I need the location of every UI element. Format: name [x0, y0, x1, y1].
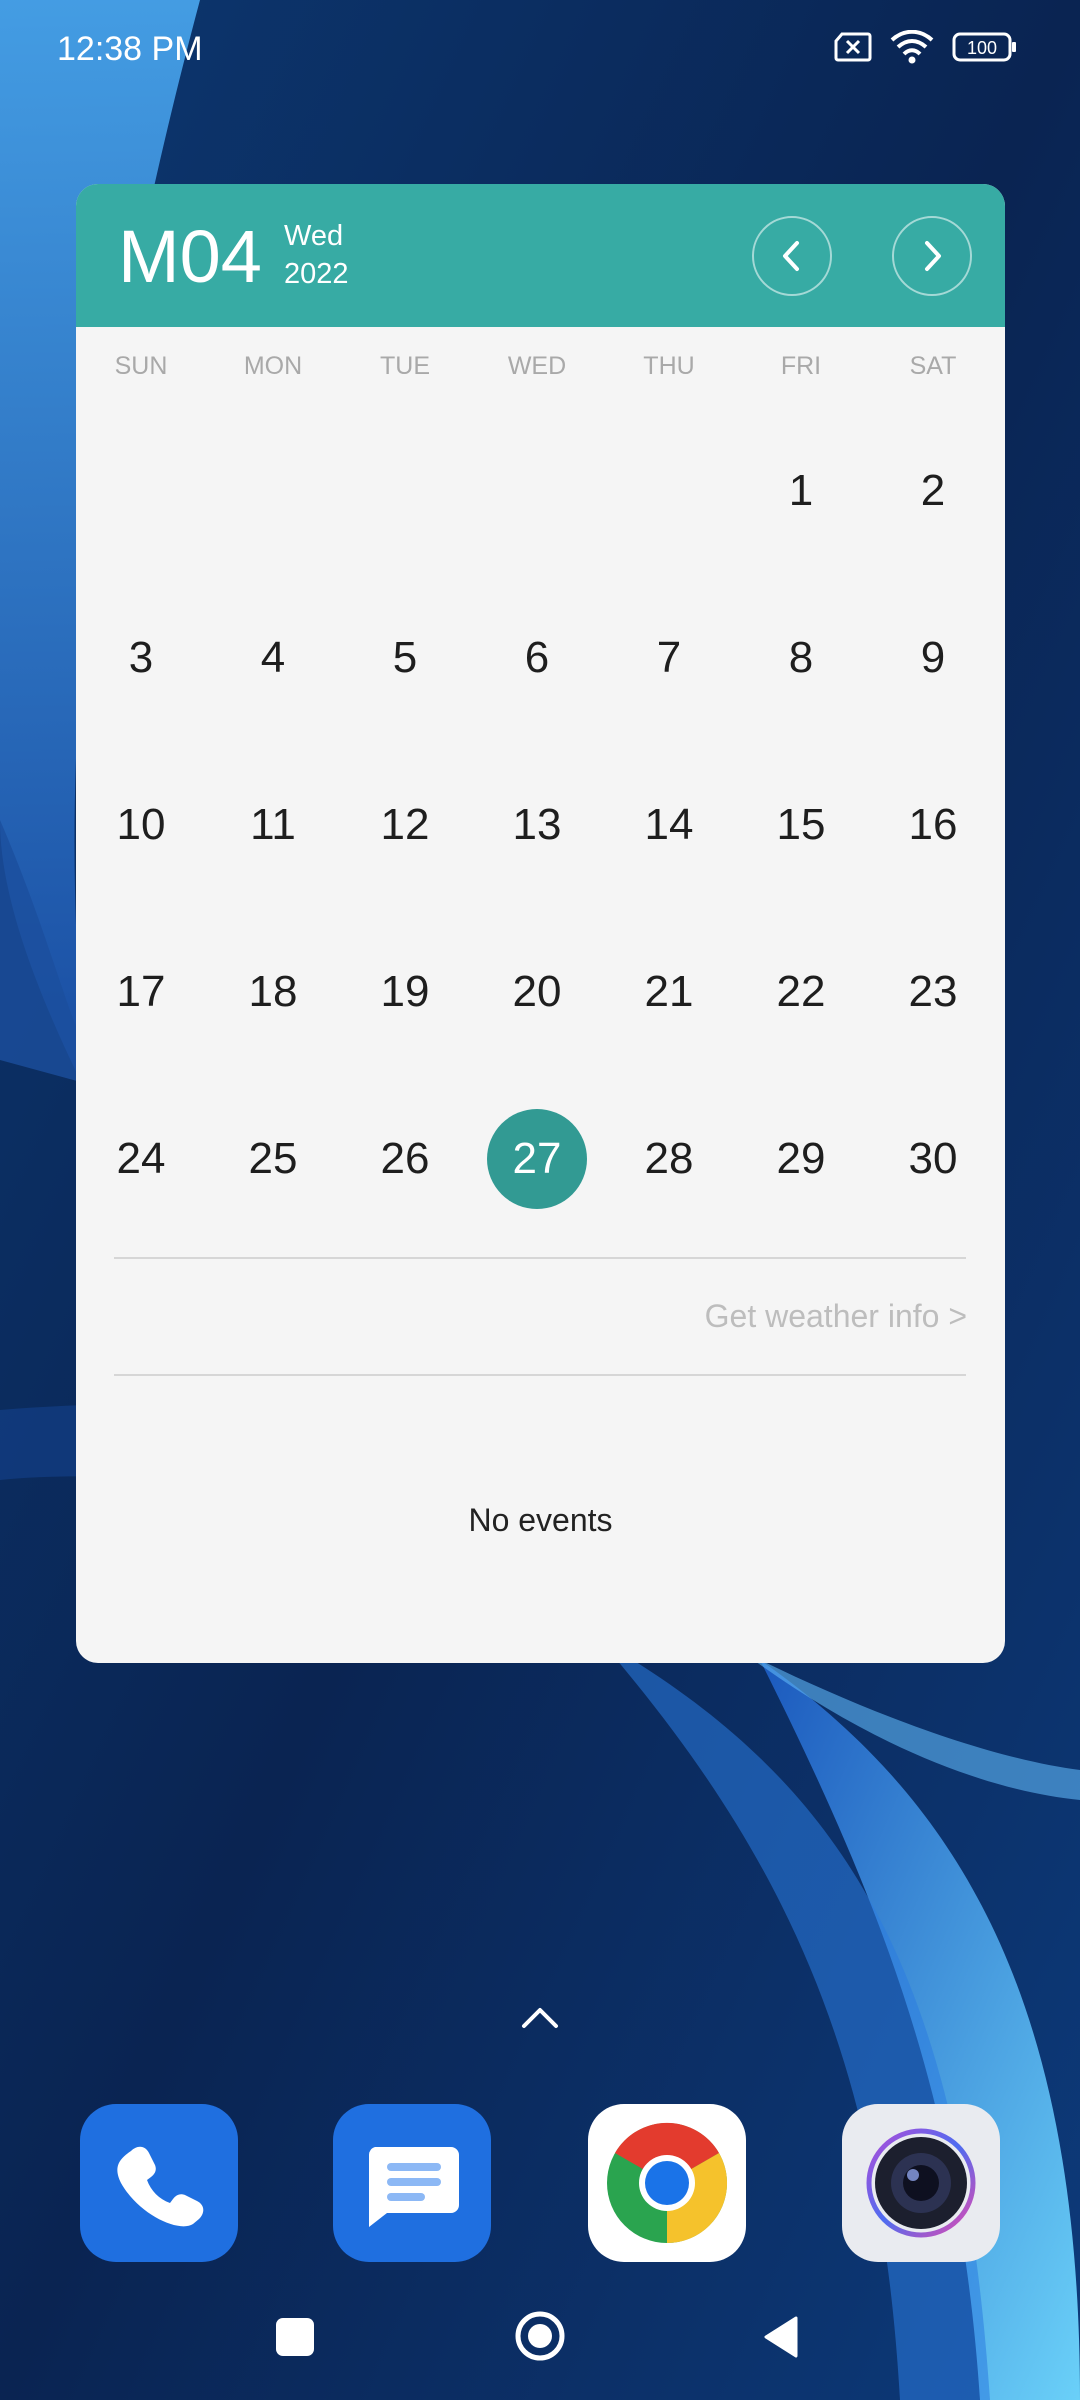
calendar-day[interactable]: 25	[223, 1109, 323, 1209]
weekday-header: THU	[643, 352, 695, 380]
divider	[114, 1374, 966, 1376]
calendar-day[interactable]: 19	[355, 942, 455, 1042]
weekday-header-row: SUN MON TUE WED THU FRI SAT	[76, 352, 1005, 392]
chevron-left-icon	[783, 241, 799, 271]
calendar-day[interactable]: 6	[487, 608, 587, 708]
calendar-day[interactable]: 7	[619, 608, 719, 708]
chevron-right-icon	[925, 241, 941, 271]
camera-app[interactable]	[842, 2104, 1000, 2262]
calendar-day[interactable]: 17	[91, 942, 191, 1042]
navigation-bar	[0, 2290, 1080, 2400]
month-label: M04	[118, 215, 262, 298]
back-icon[interactable]	[760, 2314, 800, 2360]
calendar-day[interactable]: 22	[751, 942, 851, 1042]
calendar-day[interactable]: 15	[751, 775, 851, 875]
chrome-app[interactable]	[588, 2104, 746, 2262]
previous-month-button[interactable]	[752, 216, 832, 296]
battery-level: 100	[967, 38, 997, 58]
messages-icon	[368, 2147, 459, 2227]
messages-app[interactable]	[333, 2104, 491, 2262]
weekday-label: Wed	[284, 220, 344, 252]
weekday-header: WED	[507, 352, 567, 380]
calendar-day[interactable]: 12	[355, 775, 455, 875]
calendar-day[interactable]: 26	[355, 1109, 455, 1209]
calendar-day[interactable]: 5	[355, 608, 455, 708]
calendar-day[interactable]: 10	[91, 775, 191, 875]
calendar-widget[interactable]: M04 Wed 2022 SUN MON TUE WED THU FRI SAT 12345…	[76, 184, 1005, 1663]
home-icon[interactable]	[514, 2310, 566, 2362]
weather-info-link[interactable]: Get weather info >	[705, 1298, 967, 1335]
calendar-day[interactable]: 11	[223, 775, 323, 875]
camera-icon	[866, 2128, 976, 2238]
weekday-header: TUE	[380, 352, 430, 380]
calendar-day[interactable]: 21	[619, 942, 719, 1042]
app-drawer-arrow-icon[interactable]	[520, 2004, 560, 2030]
calendar-day[interactable]: 9	[883, 608, 983, 708]
divider	[114, 1257, 966, 1259]
calendar-day[interactable]: 23	[883, 942, 983, 1042]
calendar-day[interactable]: 20	[487, 942, 587, 1042]
calendar-day[interactable]: 2	[883, 441, 983, 541]
calendar-day[interactable]: 18	[223, 942, 323, 1042]
status-time: 12:38 PM	[57, 30, 203, 68]
year-label: 2022	[284, 258, 349, 290]
calendar-day[interactable]: 28	[619, 1109, 719, 1209]
weekday-header: FRI	[780, 352, 822, 380]
calendar-day[interactable]: 4	[223, 608, 323, 708]
calendar-day[interactable]: 14	[619, 775, 719, 875]
status-bar: 12:38 PM 100	[0, 0, 1080, 100]
calendar-header: M04 Wed 2022	[76, 184, 1005, 327]
calendar-day[interactable]: 16	[883, 775, 983, 875]
weekday-header: SAT	[909, 352, 957, 380]
calendar-day[interactable]: 1	[751, 441, 851, 541]
status-icons: 100	[832, 30, 1018, 64]
calendar-day[interactable]: 8	[751, 608, 851, 708]
chrome-icon	[607, 2122, 728, 2243]
wifi-icon	[890, 30, 934, 64]
battery-icon: 100	[952, 32, 1016, 62]
calendar-day[interactable]: 3	[91, 608, 191, 708]
calendar-day-selected[interactable]: 27	[487, 1109, 587, 1209]
calendar-day[interactable]: 24	[91, 1109, 191, 1209]
calendar-day[interactable]: 30	[883, 1109, 983, 1209]
phone-icon	[117, 2146, 204, 2227]
calendar-day[interactable]: 29	[751, 1109, 851, 1209]
next-month-button[interactable]	[892, 216, 972, 296]
phone-app[interactable]	[80, 2104, 238, 2262]
calendar-day[interactable]: 13	[487, 775, 587, 875]
sim-error-icon	[834, 32, 872, 62]
weekday-header: MON	[243, 352, 303, 380]
recents-icon[interactable]	[276, 2318, 314, 2356]
no-events-text: No events	[468, 1502, 613, 1538]
weekday-header: SUN	[114, 352, 168, 380]
